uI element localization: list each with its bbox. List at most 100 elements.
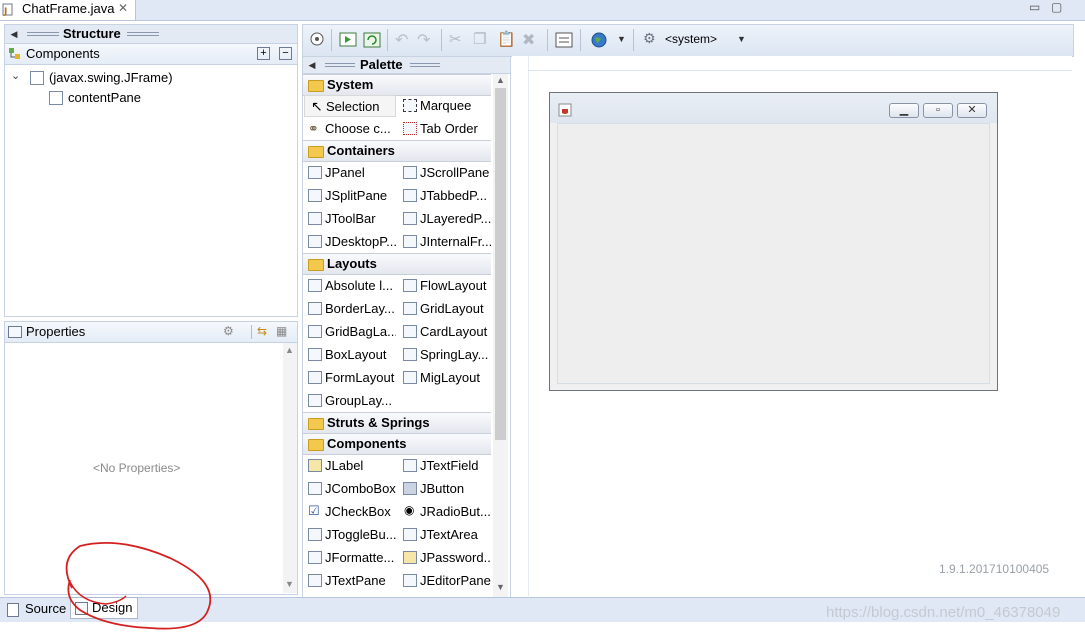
palette-item-cardlayout[interactable]: CardLayout [399,321,491,343]
beans-icon: ⚭ [308,121,319,136]
expand-all-icon[interactable]: + [257,47,270,60]
close-icon[interactable]: ✕ [118,1,128,15]
palette-category-system[interactable]: System [303,74,491,96]
scrollbar-thumb[interactable] [495,88,506,440]
palette-item-springlayout[interactable]: SpringLay... [399,344,491,366]
palette-item-gridlayout[interactable]: GridLayout [399,298,491,320]
refresh-icon[interactable] [362,30,382,50]
scroll-down-icon[interactable]: ▼ [285,579,294,589]
properties-icon [8,326,22,338]
drag-grip-left[interactable] [325,63,355,67]
globe-dropdown-icon[interactable]: ▼ [617,34,626,44]
palette-item-miglayout[interactable]: MigLayout [399,367,491,389]
collapse-all-icon[interactable]: − [279,47,292,60]
tree-node-jframe[interactable]: ⌄ (javax.swing.JFrame) [9,69,289,87]
maximize-icon[interactable]: ▢ [1051,0,1062,14]
collapse-palette-icon[interactable]: ◀ [305,57,319,73]
look-and-feel-icon[interactable]: ⚙ [643,30,663,50]
cardlayout-icon [403,325,417,338]
delete-icon[interactable]: ✖ [522,30,542,50]
palette-item-selection[interactable]: ↖ Selection [304,95,396,117]
palette-item-jcheckbox[interactable]: ☑ JCheckBox [304,501,396,523]
item-label: JLabel [325,458,364,473]
palette-item-tab-order[interactable]: Tab Order [399,118,491,140]
redo-icon[interactable]: ↷ [417,30,437,50]
palette-item-boxlayout[interactable]: BoxLayout [304,344,396,366]
scroll-up-icon[interactable]: ▲ [285,345,294,355]
palette-item-jlabel[interactable]: JLabel [304,455,396,477]
palette-category-components[interactable]: Components [303,433,491,455]
structure-header: ◀ Structure [4,24,298,44]
content-pane[interactable] [557,123,990,384]
palette-item-grouplayout[interactable]: GroupLay... [304,390,396,412]
palette-item-formlayout[interactable]: FormLayout [304,367,396,389]
drag-grip-right[interactable] [127,32,159,36]
palette-item-jradiobutton[interactable]: ◉ JRadioBut... [399,501,491,523]
form-properties-icon[interactable] [554,30,574,50]
palette-item-jbutton[interactable]: JButton [399,478,491,500]
frame-close-button[interactable]: ✕ [957,103,987,118]
undo-icon[interactable]: ↶ [395,30,415,50]
minimize-icon[interactable]: ▭ [1029,0,1040,14]
show-advanced-icon[interactable]: ⚙ [223,324,234,338]
palette-item-jeditorpane[interactable]: JEditorPane [399,570,491,592]
palette-item-absolute-layout[interactable]: Absolute l... [304,275,396,297]
item-label: JPassword... [420,550,491,565]
palette-item-jtabbedpane[interactable]: JTabbedP... [399,185,491,207]
look-and-feel-label[interactable]: <system> [665,32,717,46]
goto-definition-icon[interactable]: ⇆ [257,324,267,338]
palette-scrollbar[interactable]: ▲ ▼ [493,74,508,597]
scroll-up-icon[interactable]: ▲ [496,75,505,85]
jframe-preview[interactable]: ▁ ▫ ✕ [549,92,998,391]
cut-icon[interactable]: ✂ [449,30,469,50]
palette-category-containers[interactable]: Containers [303,140,491,162]
radio-icon: ◉ [404,503,415,517]
palette-item-jtogglebutton[interactable]: JToggleBu... [304,524,396,546]
jsplitpane-icon [308,189,322,202]
paste-icon[interactable]: 📋 [497,30,517,50]
drag-grip-right[interactable] [410,63,440,67]
events-icon[interactable]: ▦ [276,324,287,338]
palette-category-layouts[interactable]: Layouts [303,253,491,275]
chevron-down-icon[interactable]: ⌄ [11,69,20,82]
palette-item-jinternalframe[interactable]: JInternalFr... [399,231,491,253]
palette-item-gridbaglayout[interactable]: GridBagLa... [304,321,396,343]
frame-minimize-button[interactable]: ▁ [889,103,919,118]
palette-item-jpasswordfield[interactable]: JPassword... [399,547,491,569]
properties-title: Properties [26,324,86,339]
palette-item-jtextpane[interactable]: JTextPane [304,570,396,592]
tree-node-contentpane[interactable]: contentPane [9,89,289,107]
jlayeredpane-icon [403,212,417,225]
palette-item-jtextfield[interactable]: JTextField [399,455,491,477]
editor-tab-chatframe[interactable]: J ChatFrame.java ✕ [0,0,136,20]
scroll-down-icon[interactable]: ▼ [496,582,505,592]
palette-item-jtoolbar[interactable]: JToolBar [304,208,396,230]
palette-item-jtextarea[interactable]: JTextArea [399,524,491,546]
palette-item-marquee[interactable]: Marquee [399,95,491,117]
palette-item-borderlayout[interactable]: BorderLay... [304,298,396,320]
toolbar-separator [547,29,548,51]
copy-icon[interactable]: ❐ [473,30,493,50]
frame-titlebar[interactable]: ▁ ▫ ✕ [550,93,997,123]
palette-item-jscrollpane[interactable]: JScrollPane [399,162,491,184]
frame-maximize-button[interactable]: ▫ [923,103,953,118]
springlayout-icon [403,348,417,361]
properties-scrollbar[interactable]: ▲ ▼ [283,343,297,593]
palette-item-flowlayout[interactable]: FlowLayout [399,275,491,297]
item-label: JScrollPane [420,165,490,180]
palette-item-choose-component[interactable]: ⚭ Choose c... [304,118,396,140]
palette-item-jpanel[interactable]: JPanel [304,162,396,184]
palette-category-struts-springs[interactable]: Struts & Springs [303,412,491,434]
palette-item-jsplitpane[interactable]: JSplitPane [304,185,396,207]
test-gui-icon[interactable] [307,30,327,50]
globe-icon[interactable] [589,30,609,50]
palette-item-jdesktoppane[interactable]: JDesktopP... [304,231,396,253]
palette-item-jcombobox[interactable]: JComboBox [304,478,396,500]
palette-item-jformattedtextfield[interactable]: JFormatte... [304,547,396,569]
category-label: Components [327,436,407,451]
preview-icon[interactable] [338,30,358,50]
collapse-left-icon[interactable]: ◀ [7,26,21,42]
palette-item-jlayeredpane[interactable]: JLayeredP... [399,208,491,230]
drag-grip-left[interactable] [27,32,59,36]
look-and-feel-dropdown-icon[interactable]: ▼ [737,34,746,44]
